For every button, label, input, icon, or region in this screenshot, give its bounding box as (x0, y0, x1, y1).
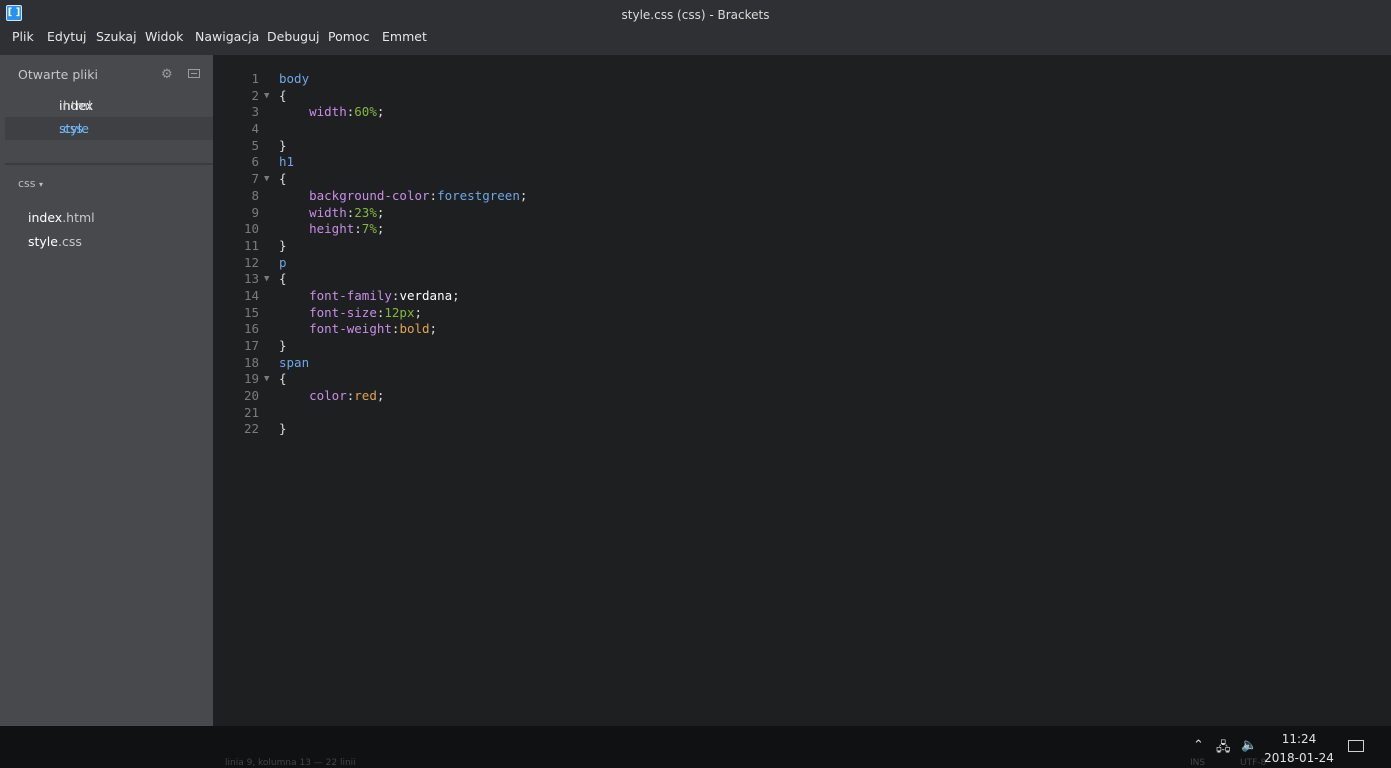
sidebar-divider (5, 163, 213, 165)
editor-scrollbar[interactable] (1383, 55, 1391, 726)
project-dropdown[interactable]: css ▾ (18, 177, 43, 190)
fold-arrow-icon[interactable]: ▼ (264, 88, 269, 105)
window-title: style.css (css) - Brackets (621, 8, 770, 22)
open-file-style-css[interactable]: style .css (5, 117, 213, 140)
menu-szukaj[interactable]: Szukaj (96, 30, 137, 52)
fold-arrow-icon[interactable]: ▼ (264, 271, 269, 288)
tree-file-index-html[interactable]: index.html (28, 210, 95, 225)
menu-plik[interactable]: Plik (12, 30, 34, 52)
tree-file-style-css[interactable]: style.css (28, 234, 82, 249)
windows-taskbar: linia 9, kolumna 13 — 22 linii INS UTF-8… (0, 726, 1391, 768)
clock-date: 2018-01-24 (1264, 751, 1334, 765)
taskbar-clock[interactable]: 11:24 2018-01-24 (1262, 730, 1336, 768)
menu-nawigacja[interactable]: Nawigacja (195, 30, 259, 52)
menu-edytuj[interactable]: Edytuj (47, 30, 87, 52)
fold-arrow-icon[interactable]: ▼ (264, 171, 269, 188)
split-view-icon[interactable] (188, 69, 200, 78)
menu-widok[interactable]: Widok (145, 30, 183, 52)
sidebar: Otwarte pliki ⚙ index .html style .css css… (0, 55, 213, 726)
title-bar: [ ] style.css (css) - Brackets (0, 0, 1391, 30)
status-ins[interactable]: INS (1190, 758, 1205, 768)
open-file-index-html[interactable]: index .html (5, 94, 213, 117)
network-icon[interactable]: 🖧 (1216, 738, 1231, 760)
fold-arrow-icon[interactable]: ▼ (264, 371, 269, 388)
menu-debuguj[interactable]: Debuguj (267, 30, 320, 52)
menu-emmet[interactable]: Emmet (382, 30, 427, 52)
open-files-header: Otwarte pliki (18, 67, 98, 82)
notification-icon[interactable] (1348, 740, 1364, 752)
menu-pomoc[interactable]: Pomoc (328, 30, 369, 52)
gear-icon[interactable]: ⚙ (161, 67, 173, 82)
status-cursor: linia 9, kolumna 13 — 22 linii (225, 758, 356, 768)
code-editor[interactable]: 1 body 2 ▼{ 3 width:60%; 4 5} 6 h1 7 ▼{ 8 ba… (213, 55, 1391, 726)
chevron-down-icon: ▾ (39, 180, 44, 189)
volume-icon[interactable]: 🔈 (1241, 738, 1257, 753)
clock-time: 11:24 (1281, 732, 1317, 746)
menu-bar: Plik Edytuj Szukaj Widok Nawigacja Debug… (0, 30, 1391, 55)
chevron-up-icon[interactable]: ⌃ (1193, 738, 1204, 753)
